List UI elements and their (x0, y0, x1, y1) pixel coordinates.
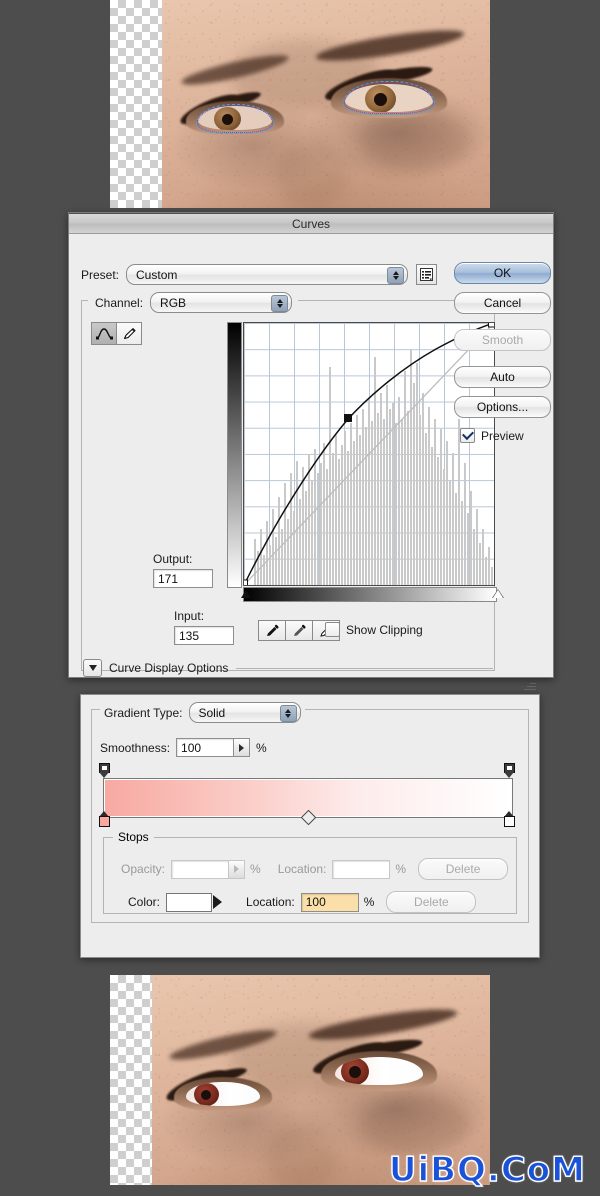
output-label: Output: (153, 552, 193, 566)
color-label: Color: (128, 895, 161, 909)
color-picker-arrow-icon[interactable] (213, 895, 223, 909)
color-location-value: 100 (305, 895, 326, 909)
channel-value: RGB (160, 295, 187, 310)
input-field-block: Input: 135 (174, 609, 234, 645)
chevron-updown-icon[interactable] (279, 705, 297, 722)
show-clipping-label: Show Clipping (346, 622, 423, 637)
chevron-updown-icon[interactable] (271, 295, 289, 312)
opacity-row: Opacity: % Location: % Delete (121, 858, 509, 880)
smoothness-percent: % (256, 740, 267, 755)
selection-path-right-eye-inner (344, 82, 434, 114)
preview-checkbox[interactable] (460, 428, 475, 443)
opacity-location-label: Location: (277, 862, 327, 876)
output-input[interactable]: 171 (153, 569, 213, 588)
show-clipping-checkbox[interactable] (325, 622, 340, 637)
opacity-input[interactable] (171, 859, 230, 879)
smoothness-value: 100 (181, 740, 202, 755)
auto-button-label: Auto (490, 370, 515, 384)
ok-button-label: OK (493, 266, 512, 280)
resize-grip-icon[interactable] (523, 679, 536, 692)
channel-label: Channel: (95, 295, 144, 310)
screenshot-stage: Curves Preset: Custom Channel: RGB Outpu… (0, 0, 600, 1196)
section-rule (236, 667, 493, 669)
black-point-eyedropper-icon[interactable] (258, 620, 286, 641)
chevron-updown-icon[interactable] (387, 267, 405, 284)
opacity-location-percent: % (395, 862, 407, 876)
output-field-block: Output: 171 (153, 552, 213, 588)
black-input-slider[interactable] (241, 590, 251, 598)
output-value: 171 (158, 571, 179, 586)
color-delete-button[interactable]: Delete (386, 891, 477, 913)
smoothness-label: Smoothness: (100, 740, 171, 755)
face-photo-top (110, 0, 490, 208)
white-input-slider[interactable] (492, 589, 504, 598)
gradient-strip-area[interactable] (99, 763, 515, 827)
preset-value: Custom (136, 267, 178, 282)
color-location-percent: % (363, 895, 375, 909)
cancel-button-label: Cancel (483, 296, 522, 310)
options-button-label: Options... (476, 400, 529, 414)
preview-row[interactable]: Preview (460, 428, 549, 443)
input-value: 135 (179, 628, 200, 643)
curves-dialog: Curves Preset: Custom Channel: RGB Outpu… (68, 212, 554, 678)
preview-label: Preview (481, 428, 524, 443)
preset-options-menu-icon[interactable] (416, 264, 438, 285)
color-row: Color: Location: 100 % Delete (128, 891, 477, 913)
opacity-delete-button[interactable]: Delete (418, 858, 509, 880)
ok-button[interactable]: OK (454, 262, 551, 284)
selected-control-point (344, 414, 352, 422)
curves-dialog-titlebar: Curves (69, 213, 553, 234)
disclosure-triangle-icon[interactable] (83, 659, 102, 677)
curve-tool-icon[interactable] (91, 322, 117, 345)
opacity-label: Opacity: (121, 862, 166, 876)
gray-point-eyedropper-icon[interactable] (285, 620, 313, 641)
site-watermark: UiBQ.CoM (388, 1149, 586, 1190)
cancel-button[interactable]: Cancel (454, 292, 551, 314)
input-input[interactable]: 135 (174, 626, 234, 645)
opacity-stop-right[interactable] (504, 763, 515, 778)
input-gradient-strip (243, 587, 497, 602)
smooth-button[interactable]: Smooth (454, 329, 551, 351)
show-clipping-row[interactable]: Show Clipping (325, 622, 423, 637)
color-location-input[interactable]: 100 (300, 892, 359, 912)
color-stop-right[interactable] (504, 811, 515, 827)
gradient-type-select[interactable]: Solid (188, 702, 301, 723)
auto-button[interactable]: Auto (454, 366, 551, 388)
opacity-location-input[interactable] (332, 859, 391, 879)
gradient-type-label: Gradient Type: (104, 705, 183, 720)
color-delete-label: Delete (414, 895, 449, 909)
curves-dialog-title: Curves (291, 216, 330, 231)
selection-path-left-eye-inner (197, 105, 273, 133)
pencil-tool-icon[interactable] (116, 322, 142, 345)
curves-button-column: OK Cancel Smooth Auto Options... Preview (454, 262, 551, 443)
curve-display-options-row[interactable]: Curve Display Options (83, 659, 493, 677)
color-swatch[interactable] (166, 892, 213, 912)
smoothness-row: Smoothness: 100 % (100, 738, 267, 757)
output-gradient-strip (227, 322, 242, 588)
color-stop-left[interactable] (99, 811, 110, 827)
before-image-panel (110, 0, 490, 208)
curve-display-options-label: Curve Display Options (109, 661, 229, 675)
stops-group-legend: Stops (113, 830, 154, 844)
gradient-editor-dialog: Gradient Type: Solid Smoothness: 100 % S… (80, 683, 540, 958)
black-point-handle (244, 579, 248, 585)
input-label: Input: (174, 609, 205, 623)
opacity-percent: % (250, 862, 261, 876)
preset-label: Preset: (81, 267, 120, 282)
curve-edit-tools (91, 322, 142, 345)
channel-select[interactable]: RGB (150, 292, 293, 313)
opacity-stepper[interactable] (228, 859, 246, 879)
smoothness-input[interactable]: 100 (176, 738, 235, 757)
opacity-delete-label: Delete (445, 862, 481, 876)
opacity-stop-left[interactable] (99, 763, 110, 778)
smoothness-stepper[interactable] (233, 738, 251, 757)
gradient-type-row: Gradient Type: Solid (100, 702, 305, 723)
color-location-label: Location: (246, 895, 295, 909)
smooth-button-label: Smooth (481, 333, 524, 347)
options-button[interactable]: Options... (454, 396, 551, 418)
gradient-type-value: Solid (198, 705, 226, 720)
preset-select[interactable]: Custom (126, 264, 409, 285)
